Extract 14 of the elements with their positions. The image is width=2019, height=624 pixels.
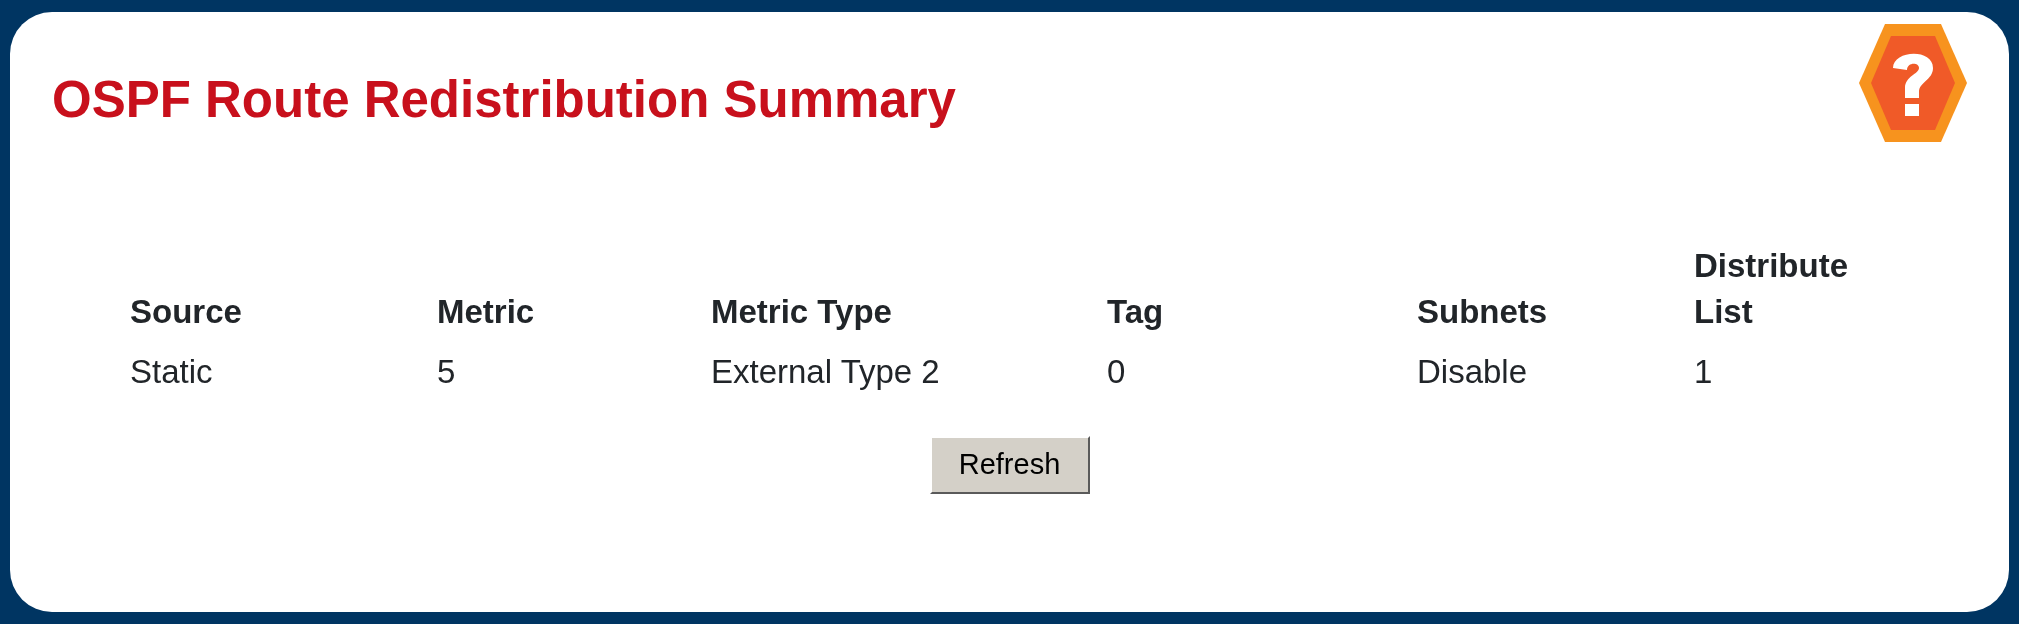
column-header: Subnets bbox=[1417, 293, 1548, 331]
column-header: Metric bbox=[437, 293, 535, 331]
column-header: Distribute List bbox=[1694, 246, 1849, 333]
table-cell: 1 bbox=[1694, 353, 1713, 391]
page-title: OSPF Route Redistribution Summary bbox=[52, 72, 956, 129]
table-cell: External Type 2 bbox=[711, 353, 940, 391]
refresh-button[interactable]: Refresh bbox=[929, 435, 1090, 494]
table-cell: 0 bbox=[1107, 353, 1126, 391]
table-cell: Static bbox=[130, 353, 213, 391]
column-header: Metric Type bbox=[711, 293, 892, 331]
table-cell: 5 bbox=[437, 353, 456, 391]
column-header: Tag bbox=[1107, 293, 1164, 331]
column-header: Source bbox=[130, 293, 242, 331]
table-cell: Disable bbox=[1417, 353, 1528, 391]
